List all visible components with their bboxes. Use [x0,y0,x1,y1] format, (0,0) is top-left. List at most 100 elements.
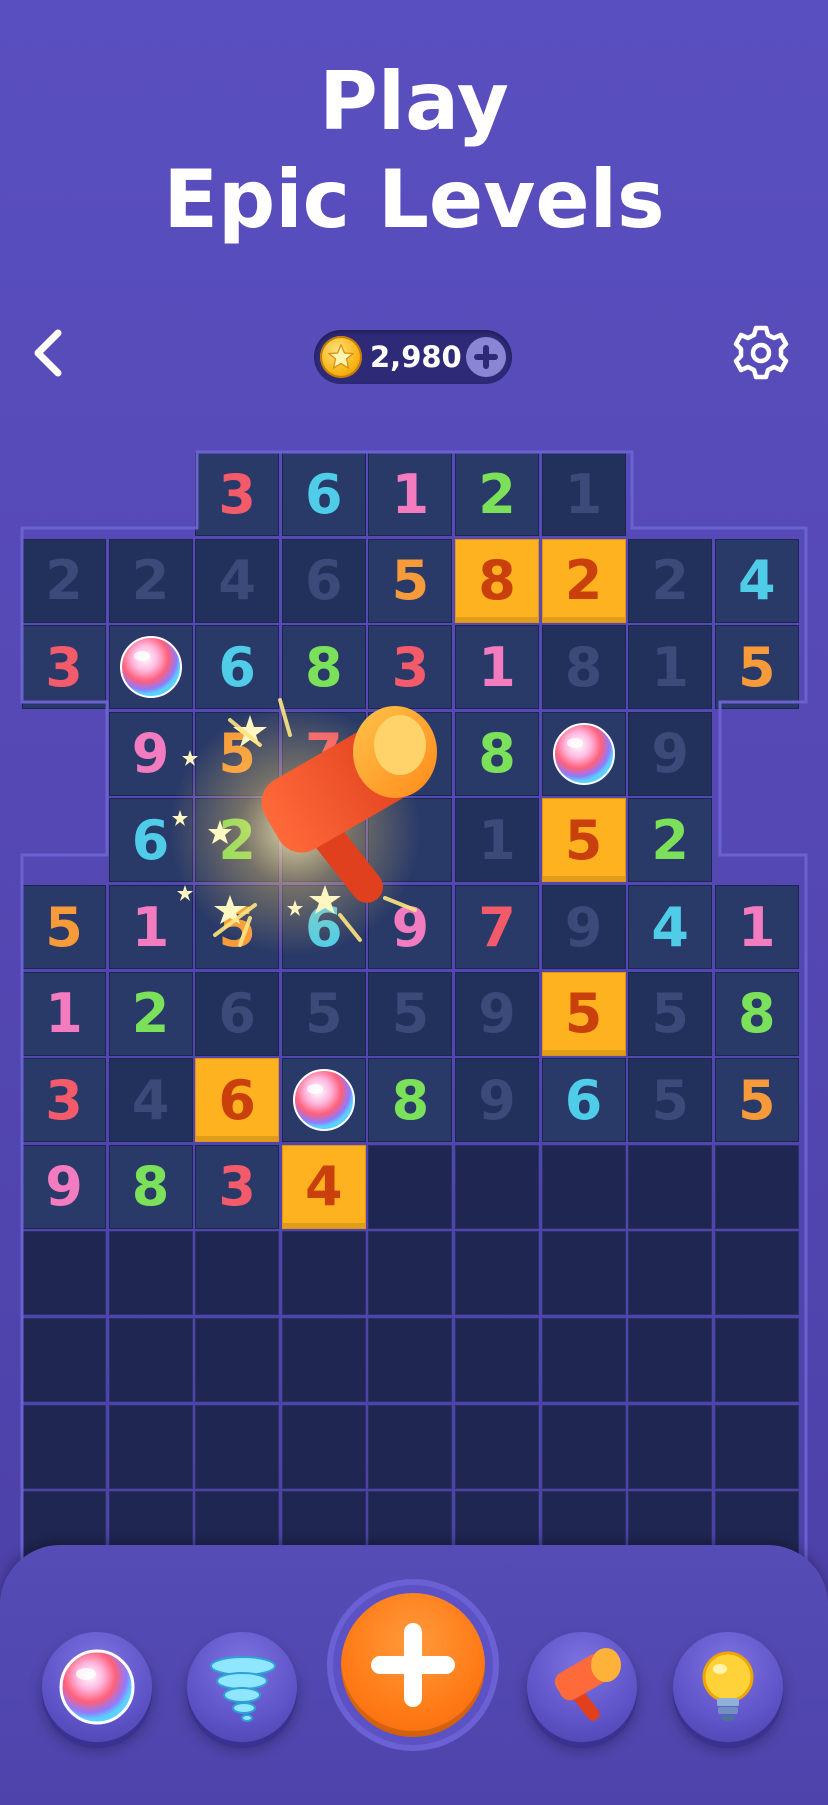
number-cell[interactable]: 6 [281,885,366,969]
number-cell[interactable]: 9 [108,711,193,796]
empty-cell [195,1404,280,1489]
number-cell[interactable]: 9 [628,711,713,796]
number-cell[interactable]: 8 [368,1058,453,1143]
empty-cell [368,1404,453,1489]
number-cell[interactable]: 3 [22,625,106,710]
bubble-booster-button[interactable] [42,1632,152,1742]
number-cell[interactable]: 1 [455,798,539,883]
number-cell[interactable]: 6 [541,1058,626,1143]
bubble-cell[interactable] [541,711,626,796]
bubble-cell[interactable] [108,625,193,710]
number-cell[interactable]: 2 [108,971,193,1056]
number-cell[interactable]: 5 [714,1058,799,1143]
number-cell[interactable]: 8 [281,625,366,710]
number-cell[interactable]: 4 [108,1058,193,1143]
number-cell[interactable]: 4 [281,1144,366,1229]
hammer-booster-button[interactable] [527,1632,637,1742]
empty-cell [455,1318,539,1402]
number-cell[interactable]: 6 [281,452,366,536]
number-cell[interactable]: 1 [714,885,799,969]
number-cell[interactable]: 5 [541,798,626,883]
empty-cell [541,1144,626,1229]
number-cell[interactable]: 2 [22,538,106,623]
number-cell[interactable]: 5 [195,711,280,796]
number-cell[interactable]: 6 [195,625,280,710]
tornado-booster-button[interactable] [187,1632,297,1742]
empty-cell [541,1404,626,1489]
number-cell[interactable]: 2 [628,538,713,623]
empty-cell [455,1231,539,1316]
number-cell[interactable]: 5 [541,971,626,1056]
number-cell[interactable]: 1 [108,885,193,969]
number-cell[interactable]: 5 [368,971,453,1056]
number-cell[interactable]: 5 [714,625,799,710]
empty-cell [22,1231,106,1316]
number-cell[interactable]: 6 [195,971,280,1056]
bubble-icon [119,636,182,699]
number-cell[interactable]: 1 [628,625,713,710]
number-cell[interactable]: 5 [195,885,280,969]
empty-cell [368,1231,453,1316]
cleared-cell[interactable] [368,798,453,883]
number-cell[interactable]: 5 [22,885,106,969]
number-cell[interactable]: 1 [541,452,626,536]
empty-cell [714,1231,799,1316]
number-cell[interactable]: 3 [195,1144,280,1229]
empty-cell [108,1231,193,1316]
empty-cell [281,1231,366,1316]
number-cell[interactable]: 8 [541,625,626,710]
cleared-cell[interactable] [368,711,453,796]
number-cell[interactable]: 9 [22,1144,106,1229]
number-cell[interactable]: 5 [368,538,453,623]
number-cell[interactable]: 8 [455,711,539,796]
number-cell[interactable]: 4 [195,538,280,623]
number-cell[interactable]: 6 [281,538,366,623]
number-cell[interactable]: 2 [108,538,193,623]
number-cell[interactable]: 9 [368,885,453,969]
number-cell[interactable]: 7 [455,885,539,969]
empty-cell [628,1231,713,1316]
empty-cell [108,1404,193,1489]
bubble-icon [59,1649,135,1725]
empty-cell [195,1231,280,1316]
number-cell[interactable]: 2 [541,538,626,623]
number-cell[interactable]: 3 [368,625,453,710]
number-cell[interactable]: 2 [195,798,280,883]
empty-cell [195,1318,280,1402]
bubble-icon [552,722,615,785]
number-cell[interactable]: 1 [368,452,453,536]
bubble-icon [292,1069,355,1132]
number-cell[interactable]: 5 [628,1058,713,1143]
number-cell[interactable]: 1 [22,971,106,1056]
number-cell[interactable]: 3 [22,1058,106,1143]
number-cell[interactable]: 2 [455,452,539,536]
empty-cell [714,1144,799,1229]
empty-cell [455,1404,539,1489]
cleared-cell[interactable] [281,798,366,883]
number-cell[interactable]: 5 [628,971,713,1056]
empty-cell [541,1318,626,1402]
bubble-cell[interactable] [281,1058,366,1143]
number-cell[interactable]: 1 [455,625,539,710]
number-cell[interactable]: 9 [455,971,539,1056]
number-cell[interactable]: 8 [455,538,539,623]
empty-cell [628,1404,713,1489]
number-cell[interactable]: 9 [541,885,626,969]
empty-cell [714,1318,799,1402]
number-cell[interactable]: 9 [455,1058,539,1143]
number-cell[interactable]: 8 [714,971,799,1056]
hint-booster-button[interactable] [673,1632,783,1742]
number-cell[interactable]: 8 [108,1144,193,1229]
number-cell[interactable]: 4 [714,538,799,623]
number-cell[interactable]: 5 [281,971,366,1056]
empty-cell [281,1318,366,1402]
number-cell[interactable]: 7 [281,711,366,796]
number-cell[interactable]: 4 [628,885,713,969]
number-cell[interactable]: 6 [195,1058,280,1143]
number-cell[interactable]: 2 [628,798,713,883]
lightbulb-icon [702,1651,754,1721]
number-cell[interactable]: 6 [108,798,193,883]
number-cell[interactable]: 3 [195,452,280,536]
add-numbers-button[interactable] [333,1585,493,1745]
empty-cell [368,1318,453,1402]
